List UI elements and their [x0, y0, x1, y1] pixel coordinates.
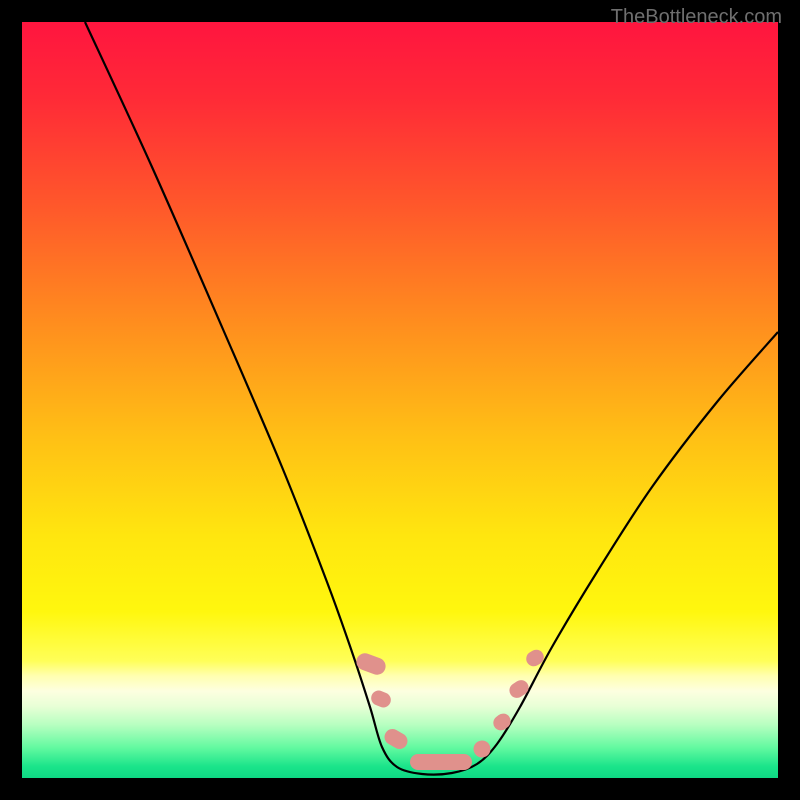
curve-marker [410, 754, 472, 770]
watermark-text: TheBottleneck.com [611, 6, 782, 29]
gradient-background [22, 22, 778, 778]
chart-frame [22, 22, 778, 778]
bottleneck-curve-chart [22, 22, 778, 778]
